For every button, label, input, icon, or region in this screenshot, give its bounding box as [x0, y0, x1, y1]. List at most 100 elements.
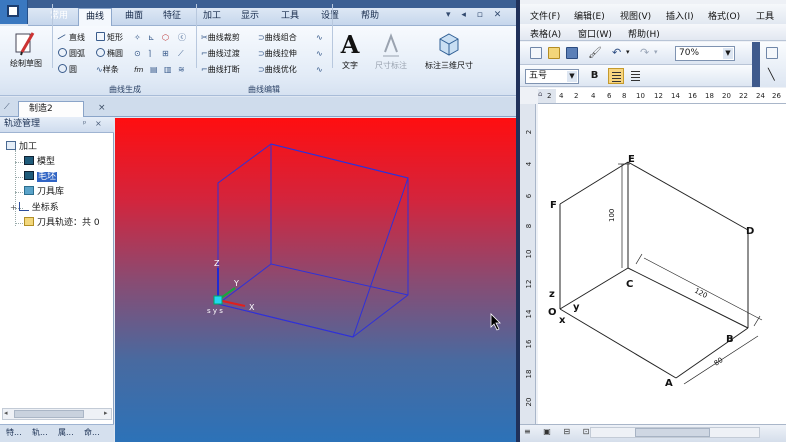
tool-library-icon — [24, 186, 34, 195]
tree-node-tool-library[interactable]: 刀具库 — [24, 185, 64, 199]
wave-button[interactable]: ≋ — [178, 64, 185, 75]
sketch-label: 绘制草图 — [10, 59, 42, 68]
chevron-down-icon: ▼ — [723, 48, 733, 59]
ellipse-button[interactable]: 椭圆 — [96, 48, 123, 59]
app-logo-icon[interactable] — [0, 0, 28, 24]
point-button[interactable]: ✧ — [134, 32, 141, 43]
curve-trim-button[interactable]: ✂曲线裁剪 — [201, 32, 240, 43]
polygon-button[interactable]: ⬡ — [162, 32, 169, 43]
tab-settings[interactable]: 设置 — [314, 8, 346, 26]
tab-properties[interactable]: 属... — [58, 427, 74, 438]
pin-icon[interactable]: ᵖ × — [83, 119, 105, 128]
tab-feature[interactable]: 特征 — [156, 8, 188, 26]
tangent-button[interactable]: ⊙ — [134, 48, 141, 59]
draw-line-icon[interactable]: ╲ — [768, 68, 775, 81]
menu-edit[interactable]: 编辑(E) — [574, 9, 605, 22]
tab-machining[interactable]: 加工 — [196, 8, 228, 26]
scrollbar-thumb[interactable] — [635, 428, 710, 437]
menu-table[interactable]: 表格(A) — [530, 27, 561, 40]
font-size-select[interactable]: 五号 ▼ — [525, 69, 579, 84]
sketch-button[interactable]: 绘制草图 — [4, 30, 48, 69]
open-folder-icon[interactable] — [548, 47, 560, 59]
curve-break-button[interactable]: ⌐曲线打断 — [201, 64, 240, 75]
tab-surface[interactable]: 曲面 — [118, 8, 150, 26]
scroll-left-icon[interactable]: ◂ — [4, 409, 8, 417]
tree-node-machining[interactable]: 加工 — [6, 140, 37, 154]
undo-dropdown-icon[interactable]: ▾ — [626, 48, 630, 56]
text-icon: A — [340, 30, 360, 59]
curve-stretch-button[interactable]: ⊃曲线拉伸 — [258, 48, 297, 59]
folder-icon — [24, 217, 34, 226]
menu-window[interactable]: 窗口(W) — [578, 27, 612, 40]
curve-combine-button[interactable]: ⊃曲线组合 — [258, 32, 297, 43]
dimension-button[interactable]: 尺寸标注 — [368, 30, 414, 71]
curve-edit-extra-1[interactable]: ∿ — [316, 32, 323, 43]
menu-format[interactable]: 格式(O) — [708, 9, 740, 22]
3d-viewport[interactable]: Z Y X s y s — [115, 118, 516, 442]
table-button[interactable]: ▤ — [150, 64, 158, 75]
new-document-icon[interactable] — [530, 47, 542, 59]
tree-node-model[interactable]: 模型 — [24, 155, 55, 169]
doc-scroll-icon[interactable]: ⟋ — [4, 102, 10, 112]
document-page[interactable]: E F D C B A O z y x 100 120 80 — [538, 104, 786, 424]
tab-trajectory[interactable]: 轨... — [32, 427, 48, 438]
menu-file[interactable]: 文件(F) — [530, 9, 560, 22]
align-center-button[interactable] — [628, 69, 642, 83]
tab-help[interactable]: 帮助 — [354, 8, 386, 26]
zoom-select[interactable]: 70% ▼ — [675, 46, 735, 61]
vertex-a: A — [665, 378, 673, 389]
menu-help[interactable]: 帮助(H) — [628, 27, 660, 40]
tree-node-toolpath[interactable]: 刀具轨迹：共 0 — [24, 216, 100, 230]
redo-icon[interactable]: ↷ — [640, 46, 649, 59]
document-icon[interactable] — [766, 47, 778, 59]
bold-button[interactable]: B — [587, 69, 602, 84]
axis-icon — [18, 202, 29, 211]
toolbar-overflow[interactable] — [752, 42, 760, 87]
layer-button[interactable]: ▥ — [164, 64, 172, 75]
menu-tools[interactable]: 工具 — [756, 9, 774, 22]
curve-transition-button[interactable]: ⌐曲线过渡 — [201, 48, 240, 59]
projection-button[interactable]: ⟋ — [178, 48, 184, 59]
dimension-3d-button[interactable]: 标注三维尺寸 — [418, 30, 480, 71]
spline-icon: ∿ — [96, 65, 103, 74]
spline-button[interactable]: ∿样条 — [96, 64, 119, 75]
offset-button[interactable]: ⓒ — [178, 32, 186, 43]
circle-button[interactable]: 圆 — [58, 64, 77, 75]
tab-features-tree[interactable]: 特... — [6, 427, 22, 438]
tab-commands[interactable]: 命... — [84, 427, 100, 438]
formula-button[interactable]: fm — [134, 64, 143, 76]
format-painter-icon[interactable]: 🖌 — [588, 46, 602, 59]
menu-insert[interactable]: 插入(I) — [666, 9, 694, 22]
redo-dropdown-icon[interactable]: ▾ — [654, 48, 658, 56]
scroll-right-icon[interactable]: ▸ — [104, 409, 108, 417]
ellipse-icon — [96, 48, 105, 57]
curve-edit-extra-3[interactable]: ∿ — [316, 64, 323, 75]
scrollbar-thumb[interactable] — [14, 410, 84, 418]
curve-optimize-button[interactable]: ⊃曲线优化 — [258, 64, 297, 75]
tab-common[interactable]: 常用 — [44, 8, 74, 26]
dim-height-label: 100 — [608, 209, 616, 222]
indent-marker-icon[interactable]: ⌂ — [538, 90, 542, 98]
curve-edit-extra-2[interactable]: ∿ — [316, 48, 323, 59]
window-controls[interactable]: ▾ ◂ ▫ ✕ — [446, 10, 514, 24]
tab-curve[interactable]: 曲线 — [78, 8, 112, 27]
tree-node-blank[interactable]: 毛坯 — [24, 170, 58, 184]
line-button[interactable]: 直线 — [57, 32, 85, 43]
rectangle-button[interactable]: 矩形 — [96, 32, 123, 43]
surface-curve-button[interactable]: ⊞ — [162, 48, 169, 59]
close-icon[interactable]: × — [98, 103, 106, 113]
tab-tools[interactable]: 工具 — [274, 8, 306, 26]
save-icon[interactable] — [566, 47, 578, 59]
align-left-button[interactable] — [608, 68, 624, 84]
tab-display[interactable]: 显示 — [234, 8, 266, 26]
tree-node-coordinate-system[interactable]: + 坐标系 — [10, 201, 59, 215]
menu-view[interactable]: 视图(V) — [620, 9, 651, 22]
text-button[interactable]: A 文字 — [336, 30, 364, 71]
arc-button[interactable]: 圆弧 — [58, 48, 85, 59]
expand-icon[interactable]: + — [10, 203, 17, 212]
polyline-button[interactable]: ⊾ — [148, 32, 155, 43]
fillet-button[interactable]: ⌉ — [148, 48, 151, 59]
document-tab[interactable]: 制造2 — [18, 101, 84, 118]
undo-icon[interactable]: ↶ — [612, 46, 621, 59]
ruler-tick: 22 — [739, 92, 748, 100]
